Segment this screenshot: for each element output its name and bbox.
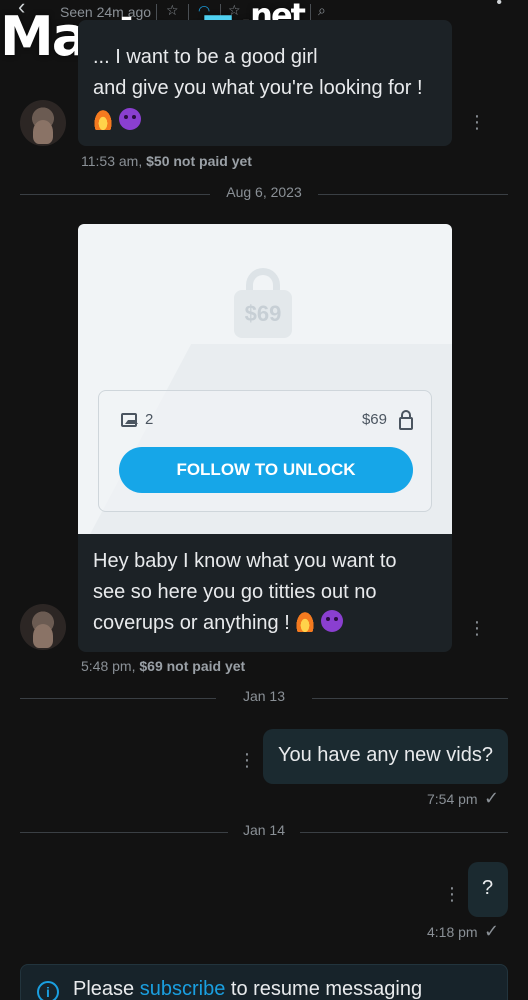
message-text: You have any new vids?	[278, 744, 493, 766]
locked-media-card[interactable]: $69 2 $69 FOLLOW TO UNLOCK	[78, 224, 452, 534]
checkmark-icon: ✓	[484, 921, 500, 941]
message-text: ?	[482, 877, 494, 899]
checkmark-icon: ✓	[484, 788, 500, 808]
price-status: $69 not paid yet	[139, 658, 246, 674]
message-meta: 11:53 am, $50 not paid yet	[81, 153, 252, 169]
message-time: 5:48 pm,	[81, 658, 136, 674]
follow-to-unlock-button[interactable]: FOLLOW TO UNLOCK	[119, 447, 413, 493]
info-icon: i	[37, 981, 59, 1000]
media-count-value: 2	[145, 411, 154, 428]
message-options-icon[interactable]: ⋮	[468, 112, 486, 133]
message-options-icon[interactable]: ⋮	[443, 884, 461, 905]
media-count: 2	[121, 411, 153, 428]
message-text: coverups or anything !	[93, 612, 290, 634]
message-time: 4:18 pm	[427, 924, 478, 940]
fire-emoji-icon	[295, 610, 316, 632]
subscribe-link[interactable]: subscribe	[140, 978, 226, 1000]
subscribe-notice-text: Please subscribe to resume messaging	[73, 978, 423, 1000]
message-text-line: see so here you go titties out no	[93, 581, 377, 603]
incoming-message[interactable]: ... I want to be a good girl and give yo…	[78, 20, 452, 146]
image-icon	[121, 412, 138, 427]
fire-emoji-icon	[93, 108, 113, 130]
emoji-row	[93, 106, 141, 137]
date-divider: Jan 13	[20, 688, 508, 708]
subscribe-notice: i Please subscribe to resume messaging	[20, 964, 508, 1000]
message-options-icon[interactable]: ⋮	[468, 618, 486, 639]
media-price: $69	[361, 411, 387, 428]
outgoing-message[interactable]: ?	[468, 862, 508, 917]
message-time: 11:53 am,	[81, 153, 143, 169]
smiling-face-with-horns-emoji-icon	[118, 108, 141, 130]
outgoing-message[interactable]: You have any new vids?	[263, 729, 508, 784]
price-status: $50 not paid yet	[146, 153, 252, 169]
locked-price-label: $69	[234, 290, 292, 338]
date-divider: Aug 6, 2023	[20, 184, 508, 204]
message-options-icon[interactable]: ⋮	[238, 750, 256, 771]
message-text-line: ... I want to be a good girl	[93, 46, 318, 68]
avatar[interactable]	[20, 604, 66, 650]
message-time: 7:54 pm	[427, 791, 478, 807]
date-divider: Jan 14	[20, 822, 508, 842]
avatar[interactable]	[20, 100, 66, 146]
search-icon[interactable]: ⌕	[318, 2, 326, 19]
more-vertical-icon[interactable]: •	[496, 0, 502, 12]
unlock-panel: 2 $69 FOLLOW TO UNLOCK	[98, 390, 432, 512]
message-text-line: coverups or anything !	[93, 608, 343, 639]
lock-icon: $69	[234, 268, 294, 338]
smiling-face-with-horns-emoji-icon	[320, 610, 343, 632]
message-text-line: Hey baby I know what you want to	[93, 550, 397, 572]
date-divider-label: Jan 13	[242, 688, 286, 704]
message-text-line: and give you what you're looking for !	[93, 77, 423, 99]
date-divider-label: Aug 6, 2023	[226, 184, 302, 200]
incoming-message[interactable]: Hey baby I know what you want to see so …	[78, 534, 452, 652]
message-meta: 5:48 pm, $69 not paid yet	[81, 658, 245, 674]
date-divider-label: Jan 14	[242, 822, 286, 838]
small-lock-icon	[399, 410, 413, 430]
